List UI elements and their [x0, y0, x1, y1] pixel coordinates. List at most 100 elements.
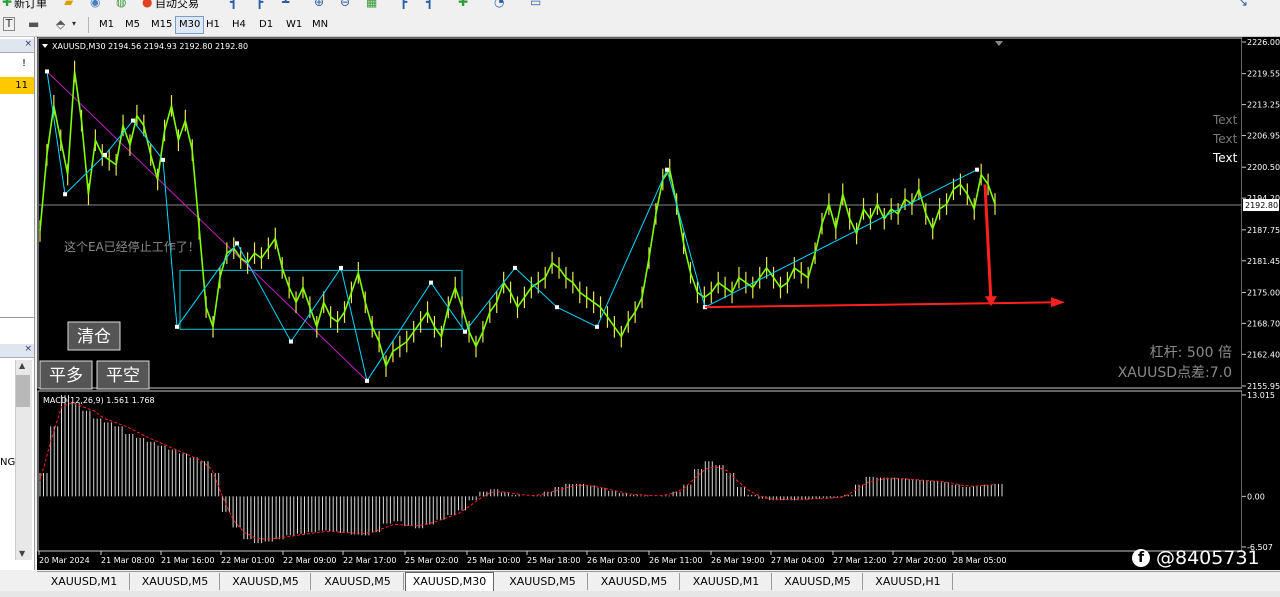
zigzag-point: [45, 69, 49, 74]
list-item-highlight[interactable]: 11: [0, 77, 34, 94]
status-bar: [0, 591, 1280, 597]
navigator-partial-text: NG: [0, 457, 16, 468]
new-order-icon[interactable]: ✚: [2, 0, 12, 9]
time-tick-label: 27 Mar 04:00: [771, 556, 824, 565]
zigzag-line: [46, 71, 978, 383]
templates-icon[interactable]: ▭: [530, 0, 541, 9]
price-tick-label: 2162.40: [1247, 350, 1280, 359]
tile-windows-icon[interactable]: ▦: [366, 0, 377, 9]
close-short-button-label: 平空: [106, 366, 140, 386]
timeframe-w1-button[interactable]: W1: [283, 17, 305, 33]
help-icon[interactable]: ↘: [1238, 0, 1248, 9]
line-chart-icon[interactable]: ┻: [282, 0, 289, 9]
timeframe-h1-button[interactable]: H1: [203, 17, 223, 33]
scroll-up-icon[interactable]: ▲: [19, 361, 25, 370]
chart-tab[interactable]: XAUUSD,M5: [221, 573, 311, 590]
chart-tab[interactable]: XAUUSD,M1: [39, 573, 130, 590]
current-price-label: 2192.80: [1245, 201, 1278, 210]
list-item[interactable]: !: [0, 55, 34, 72]
zigzag-point: [289, 339, 293, 344]
red-arrow-line: [704, 301, 1058, 309]
chart-tab[interactable]: XAUUSD,M5: [589, 573, 680, 590]
zigzag-point: [513, 265, 517, 270]
indicators-icon[interactable]: ✚: [458, 0, 468, 9]
timeframe-mn-button[interactable]: MN: [309, 17, 331, 33]
timeframe-m5-button[interactable]: M5: [122, 17, 143, 33]
chart-tab[interactable]: XAUUSD,M1: [681, 573, 772, 590]
globe-icon[interactable]: ◍: [116, 0, 126, 9]
time-tick-label: 26 Mar 03:00: [587, 556, 640, 565]
main-toolbar: ✚ 新订单 ▰ ◉ ◍ ● 自动交易 ┫ ┣ ┻ ⊕ ⊖ ▦ ┣ ┫ ✚ ◔ ▭…: [0, 0, 1280, 12]
macd-panel-border: [37, 390, 1243, 552]
main-panel-border: [37, 37, 1243, 389]
zigzag-point: [339, 265, 343, 270]
price-tick-label: 2219.55: [1247, 70, 1280, 79]
time-tick-label: 27 Mar 12:00: [833, 556, 886, 565]
chart-window[interactable]: 2226.00 2219.55 2213.25 2206.95 2200.50 2194.…: [37, 37, 1280, 570]
timeframe-m15-button[interactable]: M15: [148, 17, 175, 33]
timeframe-d1-button[interactable]: D1: [256, 17, 276, 33]
zoom-out-icon[interactable]: ⊖: [340, 0, 350, 9]
price-tick-label: 2206.95: [1247, 132, 1280, 141]
chart-window-icon[interactable]: ◉: [90, 0, 100, 9]
timeframe-h4-button[interactable]: H4: [229, 17, 249, 33]
arrows-tool-icon[interactable]: ⬘: [56, 17, 65, 31]
label-tool-icon[interactable]: ▬: [28, 17, 39, 31]
close-icon[interactable]: ×: [24, 344, 32, 354]
zigzag-point: [63, 192, 67, 197]
price-tick-label: 2168.70: [1247, 319, 1280, 328]
zigzag-point: [463, 329, 467, 334]
price-tick-label: 2200.50: [1247, 163, 1280, 172]
price-tick-label: 2187.75: [1247, 226, 1280, 235]
price-tick-label: 2181.45: [1247, 257, 1280, 266]
macd-tick-label: 0.00: [1247, 492, 1265, 501]
scroll-thumb[interactable]: [16, 375, 30, 407]
red-arrow-head: [1051, 297, 1065, 308]
zigzag-point: [235, 241, 239, 246]
chart-tab[interactable]: XAUUSD,M30: [405, 572, 494, 592]
chart-tab[interactable]: XAUUSD,H1: [864, 573, 953, 590]
new-order-label[interactable]: 新订单: [14, 0, 47, 11]
chart-header: XAUUSD,M30 2194.56 2194.93 2192.80 2192.…: [52, 42, 248, 51]
price-chart[interactable]: 2226.002219.552213.252206.952200.502194.…: [37, 37, 1280, 570]
toolbar-separator: [88, 17, 89, 33]
zigzag-point: [595, 324, 599, 329]
periods-icon[interactable]: ◔: [494, 0, 504, 9]
chart-shift-icon[interactable]: ┫: [426, 0, 433, 9]
chart-tab[interactable]: XAUUSD,M5: [131, 573, 220, 590]
red-down-arrow-line: [983, 184, 993, 303]
dropdown-arrow-icon[interactable]: ▾: [72, 17, 76, 31]
macd-tick-label: 13.015: [1247, 391, 1275, 400]
zigzag-point: [131, 118, 135, 123]
autotrade-label[interactable]: 自动交易: [155, 0, 199, 11]
close-long-button-label: 平多: [49, 366, 83, 386]
zoom-in-icon[interactable]: ⊕: [314, 0, 324, 9]
timeframe-m30-button[interactable]: M30: [175, 16, 205, 34]
close-icon[interactable]: ×: [24, 39, 32, 49]
bar-chart-icon[interactable]: ┫: [230, 0, 237, 9]
time-tick-label: 21 Mar 08:00: [101, 556, 154, 565]
zigzag-point: [429, 280, 433, 285]
time-tick-label: 22 Mar 09:00: [283, 556, 336, 565]
time-tick-label: 26 Mar 11:00: [649, 556, 702, 565]
scroll-chart-icon[interactable]: ┣: [400, 0, 407, 9]
price-tick-label: 2213.25: [1247, 101, 1280, 110]
chart-tab[interactable]: XAUUSD,M5: [773, 573, 863, 590]
time-tick-label: 27 Mar 20:00: [893, 556, 946, 565]
chart-menu-arrow-icon[interactable]: [42, 44, 48, 48]
text-tool-icon[interactable]: T: [3, 17, 15, 31]
time-tick-label: 20 Mar 2024: [39, 556, 90, 565]
zigzag-point: [665, 167, 669, 172]
chart-tab[interactable]: XAUUSD,M5: [498, 573, 588, 590]
chart-tabs: XAUUSD,M1 XAUUSD,M5 XAUUSD,M5 XAUUSD,M5 XAUU…: [37, 571, 1280, 592]
scroll-down-icon[interactable]: ▼: [19, 549, 25, 558]
text-object-label: Text: [1212, 132, 1238, 146]
zigzag-point: [365, 378, 369, 383]
autotrade-icon[interactable]: ●: [142, 0, 152, 9]
candle-chart-icon[interactable]: ┣: [256, 0, 263, 9]
timeframe-m1-button[interactable]: M1: [96, 17, 117, 33]
chart-tab[interactable]: XAUUSD,M5: [312, 573, 404, 590]
time-tick-label: 22 Mar 01:00: [221, 556, 274, 565]
folder-icon[interactable]: ▰: [64, 0, 73, 9]
time-tick-label: 21 Mar 16:00: [161, 556, 214, 565]
